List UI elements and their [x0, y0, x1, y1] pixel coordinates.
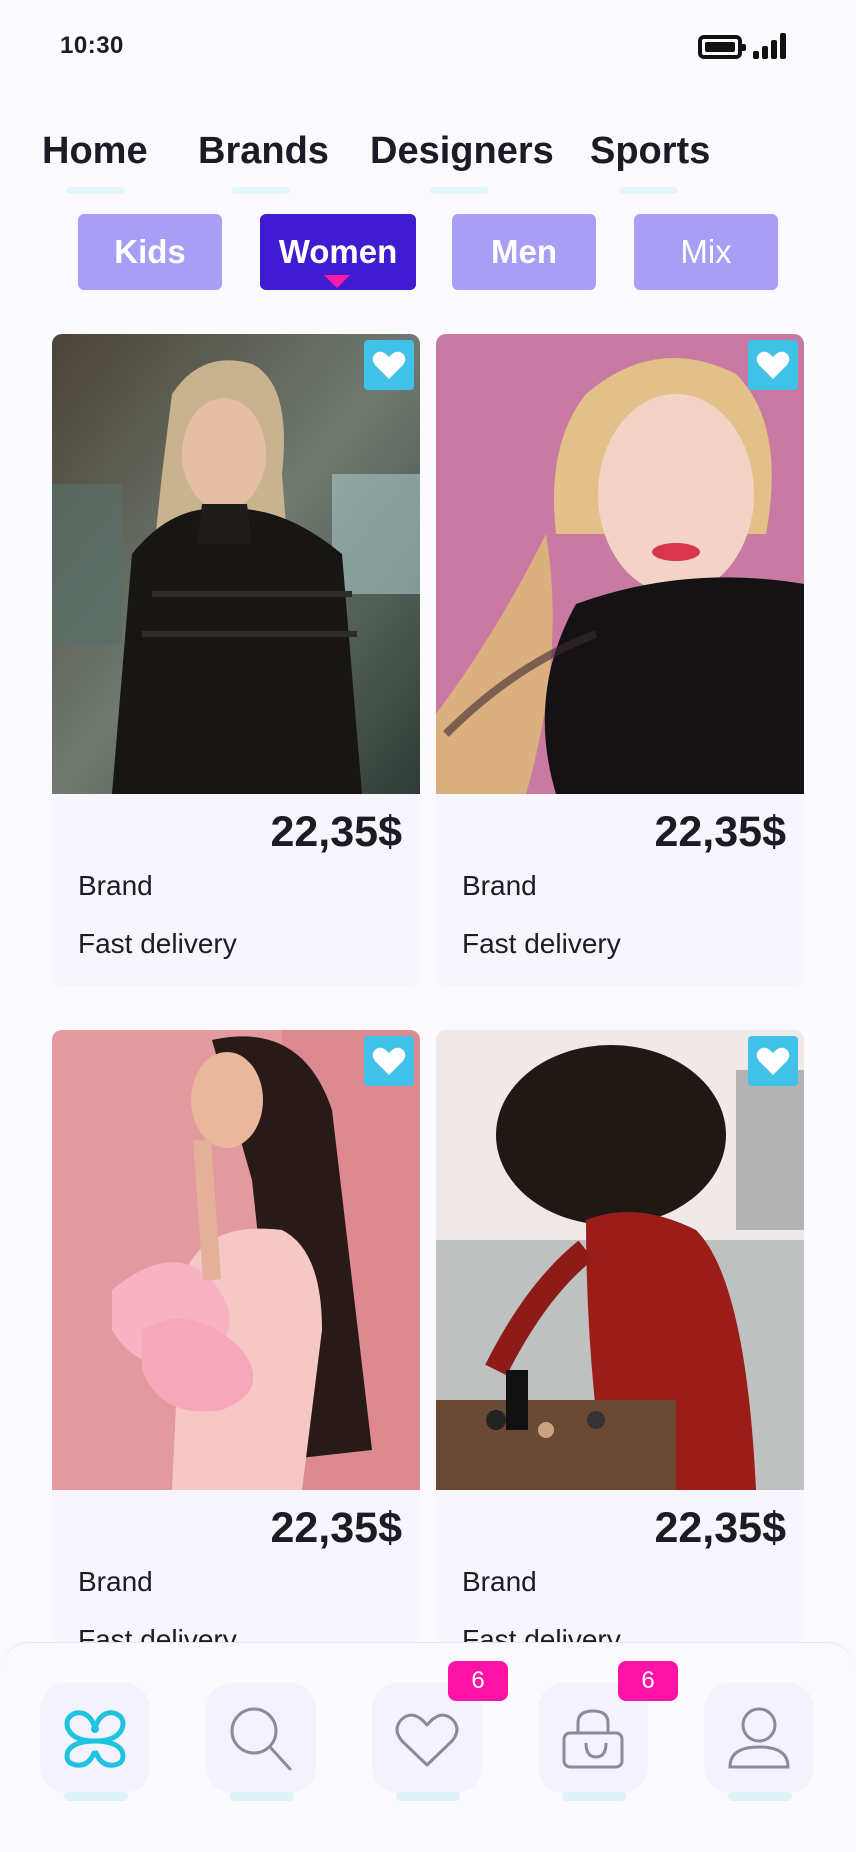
tab-bag[interactable]: 6 — [538, 1661, 678, 1801]
heart-icon — [756, 351, 790, 379]
favorite-button[interactable] — [364, 1036, 414, 1086]
category-label: Mix — [680, 233, 732, 270]
nav-designers[interactable]: Designers — [370, 130, 554, 173]
favorite-button[interactable] — [748, 340, 798, 390]
heart-icon — [372, 351, 406, 379]
selected-indicator — [324, 275, 350, 288]
product-card[interactable]: 22,35$ Brand Fast delivery — [52, 334, 420, 986]
category-mix[interactable]: Mix — [634, 214, 778, 290]
favorites-count-badge: 6 — [448, 1661, 508, 1701]
product-brand: Brand — [78, 1566, 153, 1597]
signal-icon — [753, 33, 787, 59]
tab-underline — [562, 1792, 626, 1801]
battery-icon — [698, 35, 746, 59]
product-card[interactable]: 22,35$ Brand Fast delivery — [436, 1030, 804, 1682]
nav-sports-underline — [620, 187, 678, 194]
product-card[interactable]: 22,35$ Brand Fast delivery — [436, 334, 804, 986]
product-photo — [52, 1030, 420, 1490]
bag-count-badge: 6 — [618, 1661, 678, 1701]
category-kids[interactable]: Kids — [78, 214, 222, 290]
product-brand: Brand — [78, 870, 153, 901]
category-filter: Kids Women Men Mix — [0, 214, 856, 290]
nav-brands-underline — [232, 187, 290, 194]
heart-icon — [372, 1047, 406, 1075]
logo-icon — [64, 1710, 126, 1768]
top-nav: Home Brands Designers Sports — [0, 130, 856, 200]
tab-search[interactable] — [206, 1683, 316, 1801]
shopping-bag-icon — [562, 1709, 624, 1769]
product-photo — [436, 1030, 804, 1490]
product-price: 22,35$ — [270, 808, 402, 856]
tab-underline — [230, 1792, 294, 1801]
tab-home[interactable] — [40, 1683, 150, 1801]
heart-icon — [756, 1047, 790, 1075]
heart-icon — [395, 1713, 459, 1767]
tab-underline — [396, 1792, 460, 1801]
product-delivery: Fast delivery — [78, 928, 237, 959]
category-men[interactable]: Men — [452, 214, 596, 290]
category-label: Women — [278, 233, 398, 270]
product-price: 22,35$ — [654, 1504, 786, 1552]
search-icon — [230, 1707, 292, 1771]
nav-brands[interactable]: Brands — [198, 130, 329, 173]
product-card[interactable]: 22,35$ Brand Fast delivery — [52, 1030, 420, 1682]
category-label: Men — [491, 233, 557, 270]
favorite-button[interactable] — [364, 340, 414, 390]
tab-underline — [64, 1792, 128, 1801]
tab-underline — [728, 1792, 792, 1801]
tab-profile[interactable] — [704, 1683, 814, 1801]
nav-sports[interactable]: Sports — [590, 130, 710, 173]
product-delivery: Fast delivery — [462, 928, 621, 959]
product-photo — [52, 334, 420, 794]
product-brand: Brand — [462, 870, 537, 901]
bottom-nav: 6 6 — [0, 1642, 856, 1852]
favorite-button[interactable] — [748, 1036, 798, 1086]
nav-home[interactable]: Home — [42, 130, 148, 173]
status-time: 10:30 — [60, 32, 124, 59]
nav-home-underline — [66, 187, 124, 194]
category-women[interactable]: Women — [260, 214, 416, 290]
profile-icon — [728, 1707, 790, 1769]
product-brand: Brand — [462, 1566, 537, 1597]
product-price: 22,35$ — [270, 1504, 402, 1552]
tab-favorites[interactable]: 6 — [372, 1661, 508, 1801]
nav-designers-underline — [430, 187, 488, 194]
product-price: 22,35$ — [654, 808, 786, 856]
category-label: Kids — [114, 233, 186, 270]
product-photo — [436, 334, 804, 794]
status-bar: 10:30 — [0, 0, 856, 96]
